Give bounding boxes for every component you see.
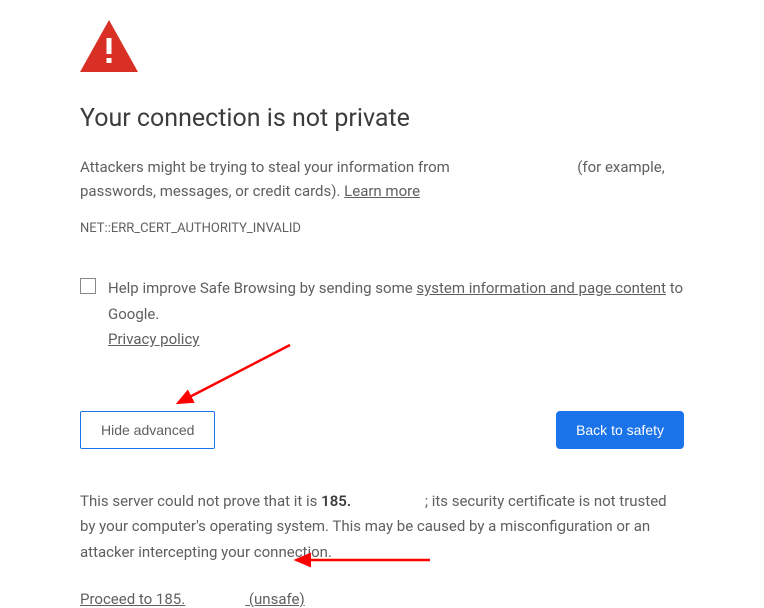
proceed-unsafe-link[interactable]: Proceed to 185. (unsafe) <box>80 590 305 608</box>
warn-text-prefix: Attackers might be trying to steal your … <box>80 158 454 176</box>
warning-description: Attackers might be trying to steal your … <box>80 155 684 203</box>
warning-triangle-icon <box>80 20 684 76</box>
proceed-suffix: (unsafe) <box>245 590 305 608</box>
advanced-description: This server could not prove that it is 1… <box>80 489 684 566</box>
error-code: NET::ERR_CERT_AUTHORITY_INVALID <box>80 221 684 236</box>
system-info-link[interactable]: system information and page content <box>416 279 666 297</box>
safe-browsing-checkbox[interactable] <box>80 278 96 294</box>
adv-prefix: This server could not prove that it is <box>80 492 321 510</box>
optin-prefix: Help improve Safe Browsing by sending so… <box>108 279 416 297</box>
hide-advanced-button[interactable]: Hide advanced <box>80 411 215 449</box>
proceed-prefix: Proceed to 185. <box>80 590 185 608</box>
learn-more-link[interactable]: Learn more <box>344 182 420 200</box>
page-heading: Your connection is not private <box>80 104 684 133</box>
privacy-policy-link[interactable]: Privacy policy <box>108 330 199 348</box>
safe-browsing-label: Help improve Safe Browsing by sending so… <box>108 276 684 353</box>
adv-host: 185. <box>321 492 351 510</box>
back-to-safety-button[interactable]: Back to safety <box>556 411 684 449</box>
